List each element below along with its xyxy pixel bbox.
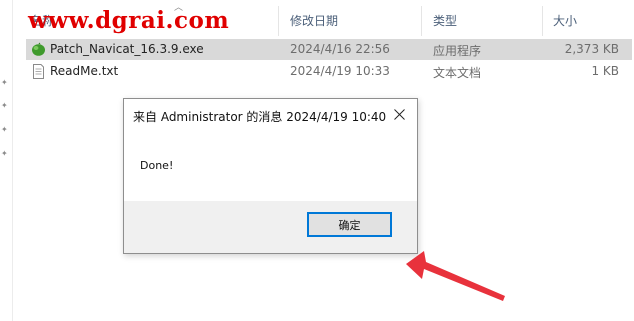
arrow-shape: [406, 251, 505, 301]
annotation-arrow-icon: [406, 251, 505, 301]
